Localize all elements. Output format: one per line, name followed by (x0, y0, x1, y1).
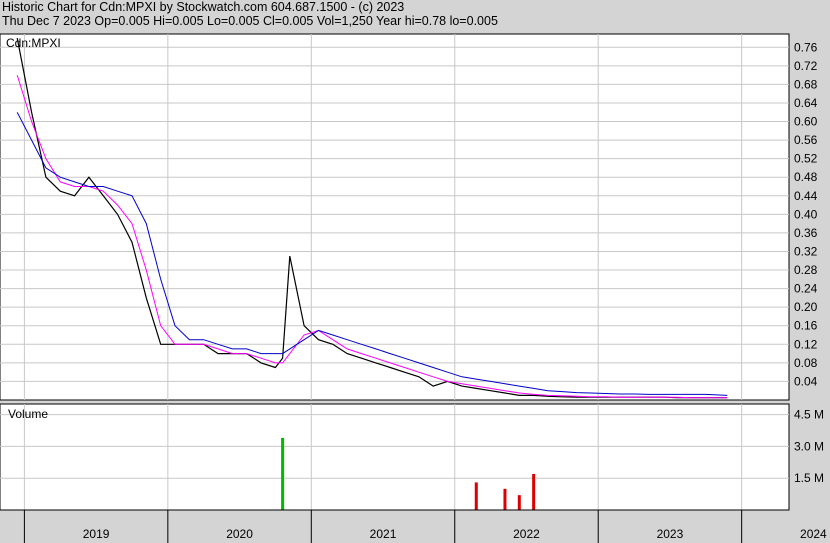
stock-chart: 0.76 0.72 0.68 0.64 0.60 0.56 0.52 0.48 0.44 0.40… (0, 33, 827, 543)
price-tick-label: 0.12 (794, 337, 818, 351)
x-tick-label: 2019 (83, 527, 110, 541)
price-tick-label: 0.52 (794, 152, 818, 166)
price-panel-title: Cdn:MPXI (6, 36, 61, 50)
x-tick-label: 2022 (513, 527, 540, 541)
volume-bar (474, 482, 478, 510)
price-tick-label: 0.16 (794, 319, 818, 333)
x-axis: 2019 2020 2021 2022 2023 2024 (0, 509, 827, 543)
price-tick-label: 0.44 (794, 189, 818, 203)
x-tick-label: 2020 (226, 527, 253, 541)
price-tick-label: 0.28 (794, 263, 818, 277)
volume-tick-label: 3.0 M (794, 439, 824, 453)
x-tick-label: 2023 (657, 527, 684, 541)
price-tick-label: 0.40 (794, 207, 818, 221)
volume-panel: 4.5 M 3.0 M 1.5 M Volume (0, 403, 824, 511)
price-tick-label: 0.24 (794, 282, 818, 296)
price-tick-label: 0.20 (794, 300, 818, 314)
price-tick-label: 0.56 (794, 133, 818, 147)
volume-tick-label: 4.5 M (794, 408, 824, 422)
price-tick-label: 0.68 (794, 77, 818, 91)
volume-bar (517, 495, 521, 510)
price-tick-label: 0.76 (794, 40, 818, 54)
volume-bar (532, 473, 536, 510)
volume-panel-title: Volume (8, 407, 48, 421)
volume-bar (503, 488, 507, 510)
price-tick-label: 0.64 (794, 96, 818, 110)
volume-panel-bg (0, 403, 790, 511)
price-tick-label: 0.72 (794, 59, 818, 73)
volume-tick-label: 1.5 M (794, 471, 824, 485)
price-tick-label: 0.08 (794, 356, 818, 370)
price-tick-label: 0.36 (794, 226, 818, 240)
price-panel: 0.76 0.72 0.68 0.64 0.60 0.56 0.52 0.48 0.44 0.40… (0, 33, 818, 401)
price-tick-label: 0.04 (794, 374, 818, 388)
price-tick-label: 0.60 (794, 115, 818, 129)
volume-bar (281, 437, 285, 510)
x-tick-label: 2024 (800, 527, 827, 541)
x-tick-label: 2021 (370, 527, 397, 541)
price-tick-label: 0.48 (794, 170, 818, 184)
price-tick-label: 0.32 (794, 244, 818, 258)
